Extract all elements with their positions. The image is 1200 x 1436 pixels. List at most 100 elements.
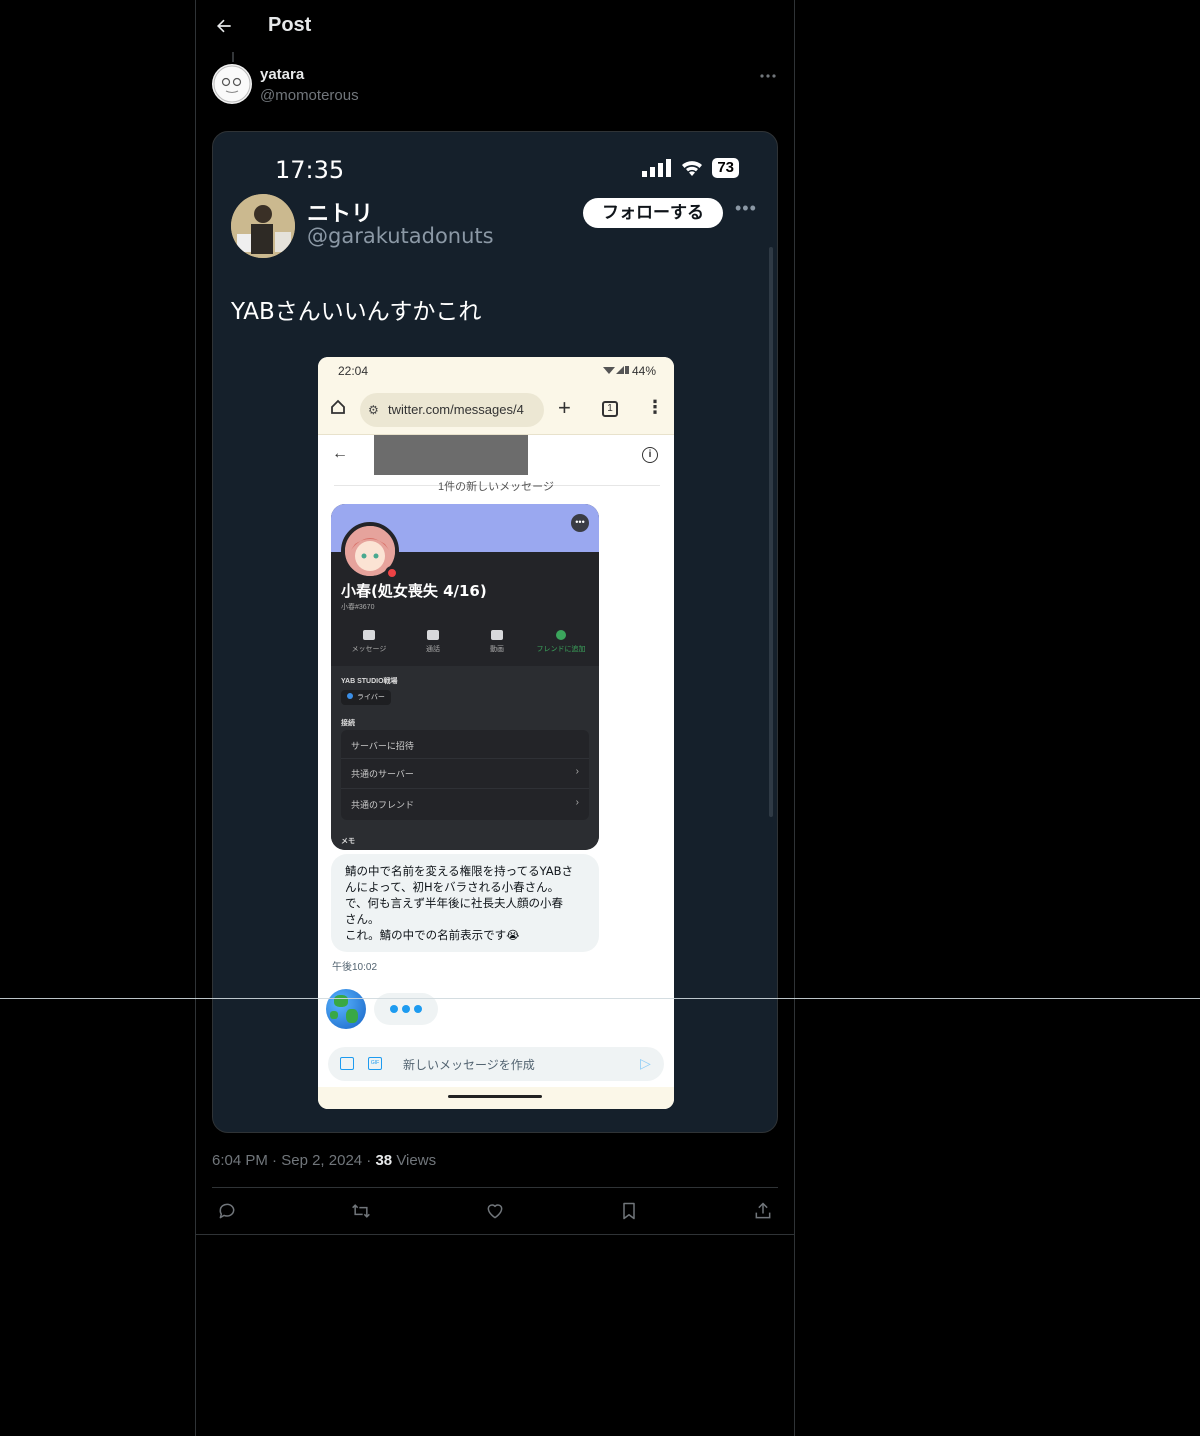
post-date[interactable]: Sep 2, 2024 — [281, 1152, 362, 1169]
back-button[interactable] — [208, 10, 240, 42]
discord-action-label: フレンドに追加 — [536, 646, 586, 653]
role-color-dot — [347, 693, 353, 699]
tab-count-icon: 1 — [602, 401, 618, 417]
screenshot-user-handle: @garakutadonuts — [307, 224, 494, 248]
discord-row-invite: サーバーに招待 — [351, 741, 414, 751]
tune-icon: ⚙ — [368, 403, 379, 417]
message-line: さん。 — [345, 912, 380, 926]
discord-role-badge: ライバー — [341, 690, 391, 705]
message-line: これ。鯖の中での名前表示です😭 — [345, 928, 520, 942]
discord-display-name: 小春(処女喪失 4/16) — [341, 582, 487, 600]
bookmark-icon — [623, 1202, 635, 1220]
reply-button[interactable] — [212, 1196, 242, 1226]
discord-action-video: 動画 — [467, 630, 527, 666]
discord-more-icon: ••• — [571, 514, 589, 532]
divider — [341, 788, 589, 789]
new-message-divider: 1件の新しいメッセージ — [438, 481, 554, 493]
post-actions — [212, 1196, 778, 1226]
discord-role-label: ライバー — [357, 694, 385, 701]
dm-back-icon: ← — [332, 445, 348, 462]
earth-avatar-icon — [326, 989, 366, 1029]
browser-menu-icon: ⋮ — [646, 397, 664, 417]
primary-column: Post yatara @momoterous 17:35 73 ニトリ @ga… — [195, 0, 795, 1436]
reply-icon — [219, 1203, 235, 1219]
screenshot-tweet-text: YABさんいいんすかこれ — [231, 299, 482, 325]
add-friend-icon — [556, 630, 566, 640]
heart-icon — [487, 1204, 503, 1219]
gif-icon: GIF — [368, 1057, 382, 1070]
discord-actions: メッセージ 通話 動画 フレンドに追加 — [331, 630, 599, 666]
author-handle[interactable]: @momoterous — [260, 87, 359, 104]
views-label: Views — [396, 1152, 437, 1169]
screenshot-user-avatar — [231, 194, 295, 258]
dm-message-time: 午後10:02 — [332, 962, 378, 973]
share-button[interactable] — [748, 1196, 778, 1226]
discord-action-label: メッセージ — [351, 646, 387, 653]
composer-placeholder: 新しいメッセージを作成 — [403, 1058, 535, 1072]
message-icon — [363, 630, 375, 640]
discord-username: 小春#3670 — [341, 604, 375, 611]
views-count: 38 — [375, 1152, 393, 1169]
chevron-right-icon: › — [575, 766, 579, 777]
wifi-icon — [682, 161, 703, 176]
signal-icon — [642, 159, 672, 177]
browser-url-bar: ⚙ twitter.com/messages/4 + 1 ⋮ — [318, 387, 674, 435]
video-icon — [491, 630, 503, 640]
message-line: んによって、初Hをバラされる小春さん。 — [345, 880, 560, 894]
like-button[interactable] — [480, 1196, 510, 1226]
battery-level: 73 — [712, 158, 739, 178]
dm-composer: GIF 新しいメッセージを作成 ▷ — [328, 1047, 664, 1081]
phone-battery-text: 44% — [631, 364, 656, 378]
discord-action-message: メッセージ — [339, 630, 399, 666]
post-time[interactable]: 6:04 PM — [212, 1152, 268, 1169]
phone-signal-icon — [602, 366, 629, 374]
discord-action-label: 動画 — [490, 646, 504, 653]
arrow-left-icon — [217, 19, 231, 33]
phone-nav-area — [318, 1087, 674, 1109]
new-tab-icon: + — [558, 395, 571, 420]
post-meta: 6:04 PM · Sep 2, 2024 · 38 Views — [212, 1152, 436, 1169]
author-name[interactable]: yatara — [260, 66, 304, 83]
discord-connections-section: 接続 — [341, 720, 355, 727]
message-line: 鯖の中で名前を変える権限を持ってるYABさ — [345, 864, 573, 878]
share-icon — [755, 1202, 771, 1219]
send-icon: ▷ — [640, 1055, 651, 1071]
divider — [196, 1234, 794, 1235]
discord-server-section: YAB STUDIO戦場 — [341, 678, 398, 685]
dnd-status-icon — [385, 566, 399, 580]
avatar[interactable] — [212, 64, 252, 104]
repost-button[interactable] — [346, 1196, 376, 1226]
post-header: Post — [196, 0, 794, 53]
discord-action-call: 通話 — [403, 630, 463, 666]
screenshot-status-icons: 73 — [642, 158, 739, 178]
phone-time: 22:04 — [338, 364, 369, 378]
phone-battery: 44% — [602, 364, 656, 378]
discord-row-mutual-servers: 共通のサーバー — [351, 769, 414, 779]
meta-separator: · — [272, 1152, 282, 1169]
avatar-face-icon — [213, 65, 251, 103]
phone-icon — [427, 630, 439, 640]
chevron-right-icon: › — [575, 797, 579, 808]
divider — [341, 758, 589, 759]
home-icon — [331, 399, 345, 414]
discord-action-add-friend: フレンドに追加 — [531, 630, 591, 666]
post-media-image[interactable]: 17:35 73 ニトリ @garakutadonuts フォローする ••• … — [212, 131, 778, 1133]
divider — [212, 1187, 778, 1188]
screenshot-follow-button: フォローする — [583, 198, 723, 228]
bookmark-button[interactable] — [614, 1196, 644, 1226]
more-button[interactable] — [754, 64, 782, 88]
discord-details: YAB STUDIO戦場 ライバー 接続 サーバーに招待 共通のサーバー › 共… — [331, 666, 599, 850]
screenshot-scrollbar — [769, 247, 773, 817]
browser-url-text: twitter.com/messages/4 — [388, 402, 524, 417]
inner-phone-screenshot: 22:04 44% ⚙ twitter.com/messages/4 + 1 ⋮… — [318, 357, 674, 1109]
horizontal-guide-line — [0, 998, 1200, 999]
discord-action-label: 通話 — [426, 646, 440, 653]
discord-memo-section: メモ — [341, 838, 355, 845]
page-title: Post — [268, 14, 312, 36]
screenshot-more-icon: ••• — [735, 198, 757, 218]
info-icon: i — [642, 447, 658, 463]
thread-line — [232, 52, 234, 62]
browser-url-field: ⚙ twitter.com/messages/4 — [360, 393, 544, 427]
repost-icon — [352, 1204, 370, 1218]
more-horizontal-icon — [760, 74, 776, 78]
